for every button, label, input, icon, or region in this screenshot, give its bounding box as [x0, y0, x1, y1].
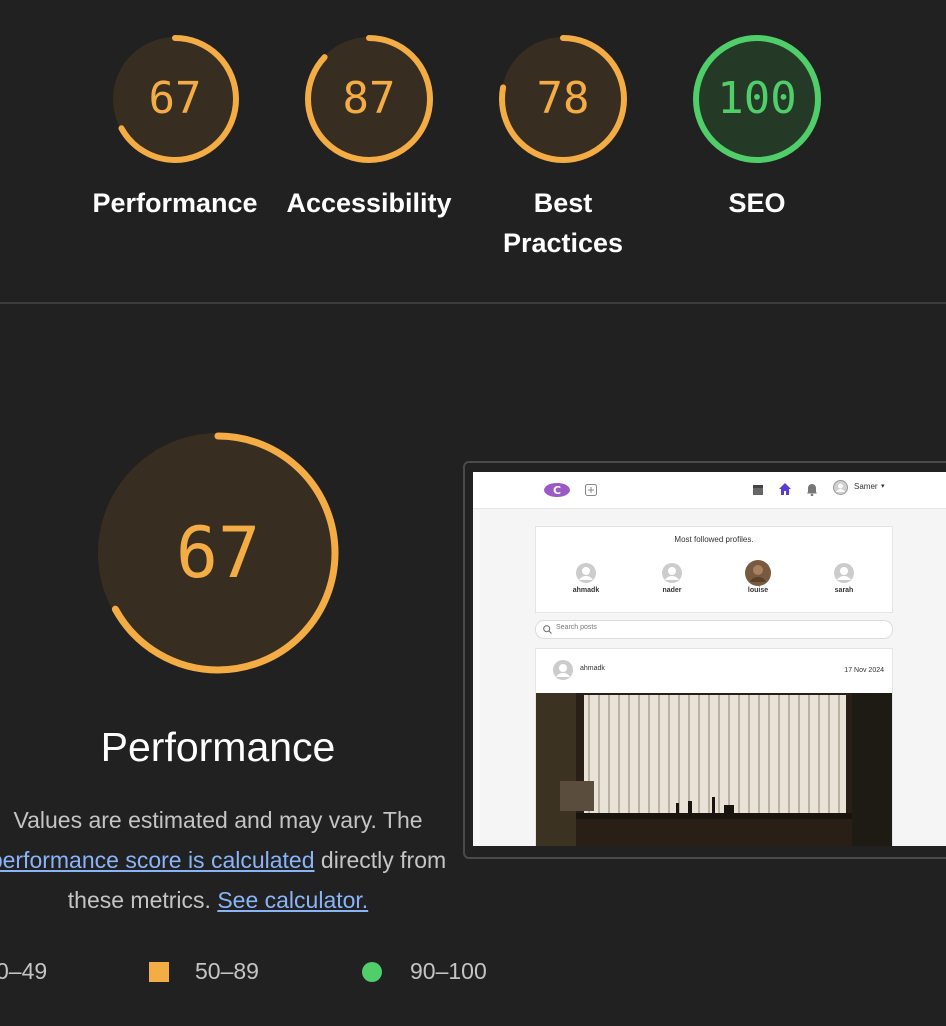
gauge-seo[interactable]: 100 — [692, 34, 822, 164]
post-card: ahmadk 17 Nov 2024 — [535, 648, 893, 846]
legend-pass: 90–100 — [362, 956, 487, 986]
desc-text: Values are estimated and may vary. The — [13, 807, 423, 833]
post-image — [536, 693, 892, 846]
avatar-photo — [745, 560, 771, 586]
avatar-icon — [553, 660, 573, 680]
profile-name: louise — [747, 587, 769, 594]
add-post-icon — [585, 484, 597, 496]
profiles-title: Most followed profiles. — [674, 535, 754, 544]
chevron-down-icon: ▾ — [881, 483, 885, 490]
legend-range: 90–100 — [410, 958, 487, 984]
profile-item: nader — [652, 562, 692, 594]
circle-icon — [362, 962, 382, 982]
profile-name: ahmadk — [572, 587, 600, 594]
profile-item: louise — [738, 560, 778, 594]
post-date: 17 Nov 2024 — [844, 667, 884, 674]
svg-text:C: C — [553, 484, 561, 497]
screenshot-navbar: C Samer ▾ — [473, 472, 946, 509]
avatar-icon — [662, 563, 682, 583]
gauge-performance[interactable]: 67 — [110, 34, 240, 164]
search-icon — [543, 625, 552, 634]
score-value: 67 — [148, 73, 202, 124]
profiles-card: Most followed profiles. ahmadk nader lou… — [535, 526, 893, 613]
score-value: 100 — [717, 73, 797, 124]
page-screenshot[interactable]: C Samer ▾ Most followed profiles. ahmadk — [473, 472, 946, 846]
score-label-performance: Performance — [92, 188, 258, 218]
legend-range: 0–49 — [0, 958, 48, 984]
profile-name: nader — [662, 587, 682, 594]
search-posts-input: Search posts — [535, 620, 893, 639]
user-avatar-icon — [833, 480, 848, 495]
legend-fail: 0–49 — [0, 956, 47, 986]
legend-range: 50–89 — [195, 958, 259, 984]
score-label-accessibility: Accessibility — [286, 188, 452, 218]
profile-item: sarah — [824, 562, 864, 594]
avatar-icon — [576, 563, 596, 583]
gauge-performance-large: 67 — [97, 432, 339, 674]
post-author: ahmadk — [580, 665, 605, 672]
section-divider — [0, 302, 946, 304]
gauge-best-practices[interactable]: 78 — [498, 34, 628, 164]
square-icon — [149, 962, 169, 982]
score-label-best-practices: Best Practices — [502, 188, 624, 258]
legend-average: 50–89 — [149, 956, 259, 986]
score-label-seo: SEO — [728, 188, 786, 218]
logo-icon: C — [544, 483, 570, 497]
bell-icon — [807, 484, 817, 496]
home-icon — [779, 483, 791, 495]
performance-description: Values are estimated and may vary. The p… — [0, 800, 466, 920]
score-value: 87 — [342, 73, 396, 124]
performance-title: Performance — [100, 724, 336, 770]
avatar-icon — [834, 563, 854, 583]
score-calculation-link[interactable]: performance score is calculated — [0, 847, 315, 873]
performance-score-value: 67 — [175, 512, 261, 594]
search-placeholder: Search posts — [556, 624, 597, 631]
see-calculator-link[interactable]: See calculator. — [217, 887, 368, 913]
gauge-accessibility[interactable]: 87 — [304, 34, 434, 164]
profile-item: ahmadk — [566, 562, 606, 594]
score-value: 78 — [536, 73, 590, 124]
calendar-icon — [753, 485, 763, 495]
user-name: Samer — [854, 482, 878, 491]
profile-name: sarah — [834, 587, 854, 594]
